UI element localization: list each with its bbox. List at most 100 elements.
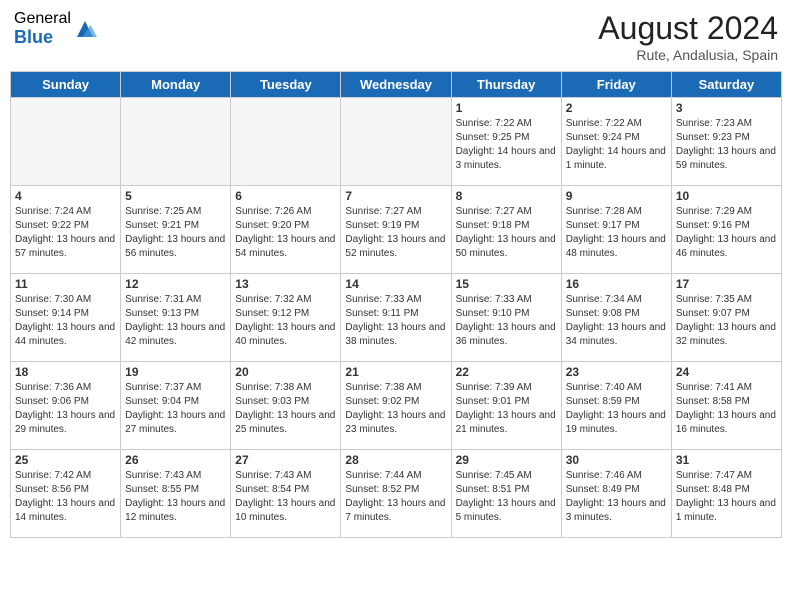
day-number: 6 bbox=[235, 189, 336, 203]
day-number: 3 bbox=[676, 101, 777, 115]
day-info: Sunrise: 7:41 AM Sunset: 8:58 PM Dayligh… bbox=[676, 381, 777, 437]
day-info: Sunrise: 7:35 AM Sunset: 9:07 PM Dayligh… bbox=[676, 293, 777, 349]
day-number: 1 bbox=[456, 101, 557, 115]
calendar-cell: 3 Sunrise: 7:23 AM Sunset: 9:23 PM Dayli… bbox=[671, 98, 781, 186]
day-header-sunday: Sunday bbox=[11, 72, 121, 98]
day-number: 13 bbox=[235, 277, 336, 291]
day-number: 11 bbox=[15, 277, 116, 291]
calendar-cell: 9 Sunrise: 7:28 AM Sunset: 9:17 PM Dayli… bbox=[561, 186, 671, 274]
day-info: Sunrise: 7:38 AM Sunset: 9:03 PM Dayligh… bbox=[235, 381, 336, 437]
calendar-cell: 27 Sunrise: 7:43 AM Sunset: 8:54 PM Dayl… bbox=[231, 450, 341, 538]
day-number: 4 bbox=[15, 189, 116, 203]
day-number: 30 bbox=[566, 453, 667, 467]
day-info: Sunrise: 7:22 AM Sunset: 9:25 PM Dayligh… bbox=[456, 117, 557, 173]
calendar-cell bbox=[341, 98, 451, 186]
day-number: 23 bbox=[566, 365, 667, 379]
day-number: 12 bbox=[125, 277, 226, 291]
day-info: Sunrise: 7:30 AM Sunset: 9:14 PM Dayligh… bbox=[15, 293, 116, 349]
calendar-week-4: 18 Sunrise: 7:36 AM Sunset: 9:06 PM Dayl… bbox=[11, 362, 782, 450]
calendar-cell: 7 Sunrise: 7:27 AM Sunset: 9:19 PM Dayli… bbox=[341, 186, 451, 274]
calendar-week-5: 25 Sunrise: 7:42 AM Sunset: 8:56 PM Dayl… bbox=[11, 450, 782, 538]
calendar-cell: 31 Sunrise: 7:47 AM Sunset: 8:48 PM Dayl… bbox=[671, 450, 781, 538]
calendar-cell: 24 Sunrise: 7:41 AM Sunset: 8:58 PM Dayl… bbox=[671, 362, 781, 450]
month-year-title: August 2024 bbox=[598, 10, 778, 47]
day-info: Sunrise: 7:39 AM Sunset: 9:01 PM Dayligh… bbox=[456, 381, 557, 437]
day-info: Sunrise: 7:28 AM Sunset: 9:17 PM Dayligh… bbox=[566, 205, 667, 261]
day-number: 5 bbox=[125, 189, 226, 203]
day-info: Sunrise: 7:27 AM Sunset: 9:19 PM Dayligh… bbox=[345, 205, 446, 261]
logo-icon bbox=[73, 17, 97, 41]
calendar-cell: 22 Sunrise: 7:39 AM Sunset: 9:01 PM Dayl… bbox=[451, 362, 561, 450]
logo-text: General Blue bbox=[14, 10, 71, 47]
calendar-header-row: SundayMondayTuesdayWednesdayThursdayFrid… bbox=[11, 72, 782, 98]
day-number: 9 bbox=[566, 189, 667, 203]
day-number: 21 bbox=[345, 365, 446, 379]
calendar-cell: 10 Sunrise: 7:29 AM Sunset: 9:16 PM Dayl… bbox=[671, 186, 781, 274]
calendar-cell: 23 Sunrise: 7:40 AM Sunset: 8:59 PM Dayl… bbox=[561, 362, 671, 450]
calendar-cell: 4 Sunrise: 7:24 AM Sunset: 9:22 PM Dayli… bbox=[11, 186, 121, 274]
calendar-cell: 15 Sunrise: 7:33 AM Sunset: 9:10 PM Dayl… bbox=[451, 274, 561, 362]
day-number: 18 bbox=[15, 365, 116, 379]
day-header-wednesday: Wednesday bbox=[341, 72, 451, 98]
day-header-tuesday: Tuesday bbox=[231, 72, 341, 98]
day-info: Sunrise: 7:22 AM Sunset: 9:24 PM Dayligh… bbox=[566, 117, 667, 173]
day-info: Sunrise: 7:46 AM Sunset: 8:49 PM Dayligh… bbox=[566, 469, 667, 525]
calendar-cell: 25 Sunrise: 7:42 AM Sunset: 8:56 PM Dayl… bbox=[11, 450, 121, 538]
day-info: Sunrise: 7:34 AM Sunset: 9:08 PM Dayligh… bbox=[566, 293, 667, 349]
page-header: General Blue August 2024 Rute, Andalusia… bbox=[10, 10, 782, 63]
day-number: 26 bbox=[125, 453, 226, 467]
day-info: Sunrise: 7:42 AM Sunset: 8:56 PM Dayligh… bbox=[15, 469, 116, 525]
day-info: Sunrise: 7:29 AM Sunset: 9:16 PM Dayligh… bbox=[676, 205, 777, 261]
day-number: 2 bbox=[566, 101, 667, 115]
day-number: 25 bbox=[15, 453, 116, 467]
logo-blue: Blue bbox=[14, 28, 71, 48]
day-info: Sunrise: 7:45 AM Sunset: 8:51 PM Dayligh… bbox=[456, 469, 557, 525]
day-number: 20 bbox=[235, 365, 336, 379]
calendar-week-1: 1 Sunrise: 7:22 AM Sunset: 9:25 PM Dayli… bbox=[11, 98, 782, 186]
calendar-week-2: 4 Sunrise: 7:24 AM Sunset: 9:22 PM Dayli… bbox=[11, 186, 782, 274]
day-header-saturday: Saturday bbox=[671, 72, 781, 98]
calendar-cell: 20 Sunrise: 7:38 AM Sunset: 9:03 PM Dayl… bbox=[231, 362, 341, 450]
day-number: 17 bbox=[676, 277, 777, 291]
day-info: Sunrise: 7:31 AM Sunset: 9:13 PM Dayligh… bbox=[125, 293, 226, 349]
day-info: Sunrise: 7:43 AM Sunset: 8:55 PM Dayligh… bbox=[125, 469, 226, 525]
day-info: Sunrise: 7:26 AM Sunset: 9:20 PM Dayligh… bbox=[235, 205, 336, 261]
day-number: 19 bbox=[125, 365, 226, 379]
day-header-thursday: Thursday bbox=[451, 72, 561, 98]
day-number: 24 bbox=[676, 365, 777, 379]
calendar-cell: 12 Sunrise: 7:31 AM Sunset: 9:13 PM Dayl… bbox=[121, 274, 231, 362]
calendar-cell: 11 Sunrise: 7:30 AM Sunset: 9:14 PM Dayl… bbox=[11, 274, 121, 362]
calendar-cell: 29 Sunrise: 7:45 AM Sunset: 8:51 PM Dayl… bbox=[451, 450, 561, 538]
day-header-monday: Monday bbox=[121, 72, 231, 98]
day-info: Sunrise: 7:40 AM Sunset: 8:59 PM Dayligh… bbox=[566, 381, 667, 437]
day-number: 15 bbox=[456, 277, 557, 291]
logo-general: General bbox=[14, 10, 71, 28]
calendar-cell bbox=[121, 98, 231, 186]
day-info: Sunrise: 7:25 AM Sunset: 9:21 PM Dayligh… bbox=[125, 205, 226, 261]
day-info: Sunrise: 7:44 AM Sunset: 8:52 PM Dayligh… bbox=[345, 469, 446, 525]
calendar-cell bbox=[11, 98, 121, 186]
day-info: Sunrise: 7:32 AM Sunset: 9:12 PM Dayligh… bbox=[235, 293, 336, 349]
calendar-cell: 14 Sunrise: 7:33 AM Sunset: 9:11 PM Dayl… bbox=[341, 274, 451, 362]
calendar-cell: 2 Sunrise: 7:22 AM Sunset: 9:24 PM Dayli… bbox=[561, 98, 671, 186]
calendar-cell: 18 Sunrise: 7:36 AM Sunset: 9:06 PM Dayl… bbox=[11, 362, 121, 450]
calendar-cell: 6 Sunrise: 7:26 AM Sunset: 9:20 PM Dayli… bbox=[231, 186, 341, 274]
calendar-table: SundayMondayTuesdayWednesdayThursdayFrid… bbox=[10, 71, 782, 538]
calendar-cell: 5 Sunrise: 7:25 AM Sunset: 9:21 PM Dayli… bbox=[121, 186, 231, 274]
calendar-cell: 21 Sunrise: 7:38 AM Sunset: 9:02 PM Dayl… bbox=[341, 362, 451, 450]
calendar-cell: 28 Sunrise: 7:44 AM Sunset: 8:52 PM Dayl… bbox=[341, 450, 451, 538]
day-info: Sunrise: 7:36 AM Sunset: 9:06 PM Dayligh… bbox=[15, 381, 116, 437]
calendar-cell: 30 Sunrise: 7:46 AM Sunset: 8:49 PM Dayl… bbox=[561, 450, 671, 538]
day-info: Sunrise: 7:24 AM Sunset: 9:22 PM Dayligh… bbox=[15, 205, 116, 261]
day-number: 27 bbox=[235, 453, 336, 467]
calendar-week-3: 11 Sunrise: 7:30 AM Sunset: 9:14 PM Dayl… bbox=[11, 274, 782, 362]
calendar-cell: 1 Sunrise: 7:22 AM Sunset: 9:25 PM Dayli… bbox=[451, 98, 561, 186]
day-number: 28 bbox=[345, 453, 446, 467]
calendar-cell: 13 Sunrise: 7:32 AM Sunset: 9:12 PM Dayl… bbox=[231, 274, 341, 362]
day-number: 14 bbox=[345, 277, 446, 291]
day-number: 31 bbox=[676, 453, 777, 467]
calendar-cell: 16 Sunrise: 7:34 AM Sunset: 9:08 PM Dayl… bbox=[561, 274, 671, 362]
calendar-cell bbox=[231, 98, 341, 186]
day-info: Sunrise: 7:47 AM Sunset: 8:48 PM Dayligh… bbox=[676, 469, 777, 525]
day-info: Sunrise: 7:38 AM Sunset: 9:02 PM Dayligh… bbox=[345, 381, 446, 437]
